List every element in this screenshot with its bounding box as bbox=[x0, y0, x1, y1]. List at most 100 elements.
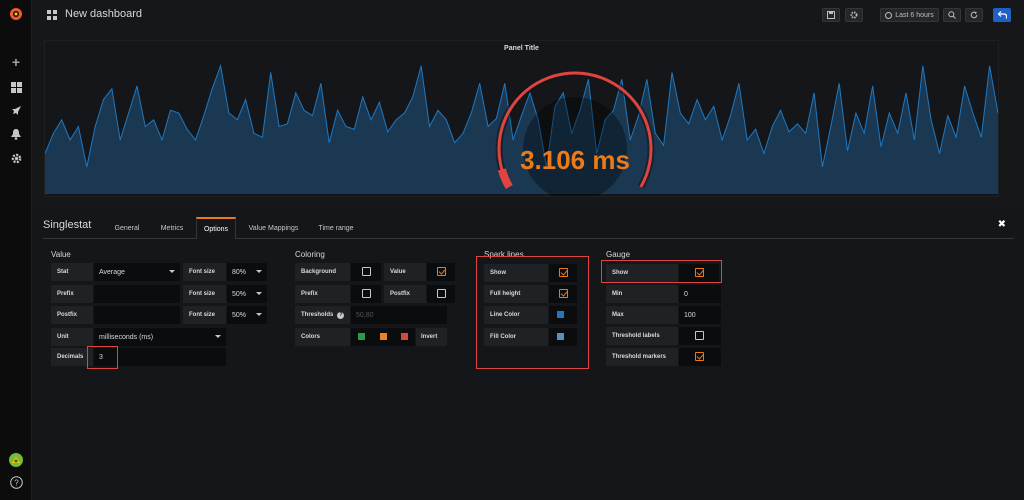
background-label: Background bbox=[295, 263, 350, 281]
fill-color-label: Fill Color bbox=[484, 328, 548, 346]
sidebar: + ? bbox=[0, 0, 32, 500]
coloring-section-title: Coloring bbox=[295, 250, 325, 259]
fill-color-swatch[interactable] bbox=[557, 333, 564, 340]
background-checkbox[interactable] bbox=[362, 267, 371, 276]
zoom-out-button[interactable] bbox=[943, 8, 961, 22]
coloring-postfix-label: Postfix bbox=[384, 285, 426, 303]
help-icon[interactable]: ? bbox=[0, 472, 32, 492]
value-checkbox[interactable] bbox=[437, 267, 446, 276]
tab-divider bbox=[43, 238, 1014, 239]
fill-color-cell bbox=[549, 328, 577, 346]
postfix-label: Postfix bbox=[51, 306, 93, 324]
tab-metrics[interactable]: Metrics bbox=[152, 217, 192, 239]
value-section-title: Value bbox=[51, 250, 71, 259]
value-coloring-label: Value bbox=[384, 263, 426, 281]
alerting-bell-icon[interactable] bbox=[0, 124, 32, 144]
unit-select[interactable]: milliseconds (ms) bbox=[94, 328, 226, 346]
spark-show-label: Show bbox=[484, 264, 548, 282]
singlestat-panel[interactable]: Panel Title 3.106 ms bbox=[44, 40, 999, 197]
prefix-font-size-select[interactable]: 50% bbox=[227, 285, 267, 303]
font-size-label: Font size bbox=[183, 263, 226, 281]
create-plus-icon[interactable]: + bbox=[0, 52, 32, 72]
color-cell-ok bbox=[351, 328, 373, 346]
prefix-font-size-value: 50% bbox=[232, 290, 247, 298]
save-icon bbox=[827, 11, 835, 19]
close-editor-icon[interactable]: ✖ bbox=[998, 219, 1006, 230]
spark-show-checkbox[interactable] bbox=[559, 268, 568, 277]
decimals-highlight bbox=[87, 346, 118, 369]
dashboards-icon[interactable] bbox=[0, 77, 32, 97]
dashboard-title[interactable]: New dashboard bbox=[65, 8, 142, 20]
postfix-font-size-label: Font size bbox=[183, 306, 226, 324]
invert-button[interactable]: Invert bbox=[416, 328, 447, 346]
prefix-input[interactable] bbox=[94, 285, 180, 303]
coloring-postfix-checkbox[interactable] bbox=[437, 289, 446, 298]
color-cell-warn bbox=[373, 328, 395, 346]
coloring-prefix-label: Prefix bbox=[295, 285, 350, 303]
time-range-label: Last 6 hours bbox=[895, 11, 934, 19]
dashboard-settings-button[interactable] bbox=[845, 8, 863, 22]
coloring-postfix-cell bbox=[427, 285, 455, 303]
coloring-prefix-cell bbox=[351, 285, 381, 303]
prefix-font-size-label: Font size bbox=[183, 285, 226, 303]
tab-options[interactable]: Options bbox=[196, 217, 236, 239]
postfix-font-size-value: 50% bbox=[232, 311, 247, 319]
color-swatch-crit[interactable] bbox=[401, 333, 408, 340]
stat-label: Stat bbox=[51, 263, 93, 281]
zoom-out-icon bbox=[948, 11, 956, 19]
svg-text:?: ? bbox=[14, 478, 19, 487]
font-size-value: 80% bbox=[232, 268, 247, 276]
refresh-button[interactable] bbox=[965, 8, 983, 22]
color-cell-crit bbox=[395, 328, 415, 346]
user-avatar-icon[interactable] bbox=[0, 450, 32, 470]
grafana-logo-icon[interactable] bbox=[0, 4, 32, 24]
clock-icon bbox=[885, 11, 893, 19]
editor-title: Singlestat bbox=[43, 219, 92, 231]
chevron-down-icon bbox=[169, 270, 175, 273]
font-size-select[interactable]: 80% bbox=[227, 263, 267, 281]
min-label: Min bbox=[606, 285, 678, 303]
stat-select[interactable]: Average bbox=[94, 263, 180, 281]
configuration-gear-icon[interactable] bbox=[0, 148, 32, 168]
threshold-markers-checkbox[interactable] bbox=[695, 352, 704, 361]
coloring-prefix-checkbox[interactable] bbox=[362, 289, 371, 298]
prefix-label: Prefix bbox=[51, 285, 93, 303]
min-input[interactable]: 0 bbox=[679, 285, 721, 303]
time-picker-button[interactable]: Last 6 hours bbox=[880, 8, 939, 22]
unit-label: Unit bbox=[51, 328, 93, 346]
thresholds-input[interactable]: 50,80 bbox=[351, 306, 447, 324]
postfix-font-size-select[interactable]: 50% bbox=[227, 306, 267, 324]
chevron-down-icon bbox=[256, 292, 262, 295]
value-checkbox-cell bbox=[427, 263, 455, 281]
full-height-checkbox[interactable] bbox=[559, 289, 568, 298]
back-to-dashboard-button[interactable] bbox=[993, 8, 1011, 22]
save-dashboard-button[interactable] bbox=[822, 8, 840, 22]
line-color-cell bbox=[549, 306, 577, 324]
threshold-labels-cell bbox=[679, 327, 721, 345]
threshold-labels-checkbox[interactable] bbox=[695, 331, 704, 340]
unit-value: milliseconds (ms) bbox=[99, 333, 154, 341]
tab-value-mappings[interactable]: Value Mappings bbox=[241, 217, 306, 239]
gauge-show-checkbox[interactable] bbox=[695, 268, 704, 277]
threshold-markers-cell bbox=[679, 348, 721, 366]
postfix-input[interactable] bbox=[94, 306, 180, 324]
color-swatch-warn[interactable] bbox=[380, 333, 387, 340]
gauge-section-title: Gauge bbox=[606, 250, 631, 259]
gauge-show-cell bbox=[679, 264, 719, 282]
spark-show-cell bbox=[549, 264, 577, 282]
colors-label: Colors bbox=[295, 328, 350, 346]
chevron-down-icon bbox=[256, 270, 262, 273]
line-color-swatch[interactable] bbox=[557, 311, 564, 318]
full-height-cell bbox=[549, 285, 577, 303]
tab-time-range[interactable]: Time range bbox=[311, 217, 361, 239]
color-swatch-ok[interactable] bbox=[358, 333, 365, 340]
max-input[interactable]: 100 bbox=[679, 306, 721, 324]
threshold-labels-label: Threshold labels bbox=[606, 327, 678, 345]
gear-icon bbox=[850, 11, 858, 19]
gauge-show-label: Show bbox=[606, 264, 678, 282]
tab-general[interactable]: General bbox=[106, 217, 148, 239]
refresh-icon bbox=[970, 11, 978, 19]
stat-value: Average bbox=[99, 268, 125, 276]
info-icon[interactable]: ? bbox=[337, 311, 345, 319]
explore-rocket-icon[interactable] bbox=[0, 100, 32, 120]
